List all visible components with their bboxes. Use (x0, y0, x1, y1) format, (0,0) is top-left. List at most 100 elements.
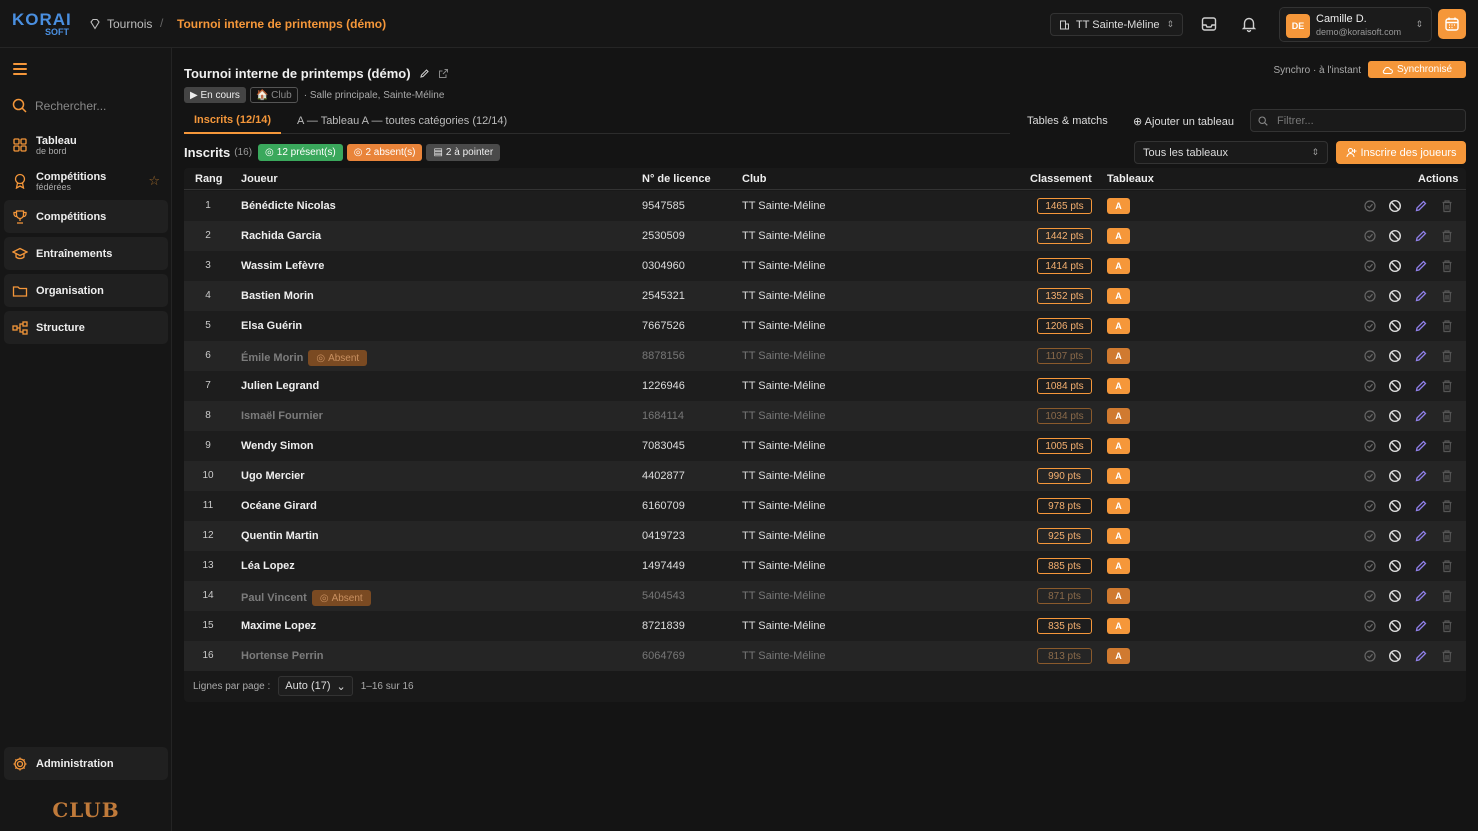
sync-button[interactable]: Synchronisé (1368, 61, 1466, 78)
sidebar-item-structure[interactable]: Structure (4, 311, 168, 344)
trash-icon[interactable] (1440, 649, 1454, 663)
add-table-button[interactable]: ⊕ Ajouter un tableau (1133, 115, 1234, 128)
edit-icon[interactable] (1414, 559, 1428, 573)
edit-icon[interactable] (1414, 379, 1428, 393)
presence-toggle-icon[interactable] (1363, 649, 1377, 663)
star-icon[interactable]: ☆ (148, 173, 160, 189)
to-check-filter-badge[interactable]: ▤ 2 à pointer (426, 144, 501, 161)
edit-icon[interactable] (1414, 259, 1428, 273)
col-header-player[interactable]: Joueur (241, 173, 278, 185)
ban-icon[interactable] (1388, 619, 1402, 633)
pencil-icon[interactable] (419, 68, 430, 79)
edit-icon[interactable] (1414, 529, 1428, 543)
rows-per-page-select[interactable]: Auto (17) ⌄ (278, 676, 353, 696)
edit-icon[interactable] (1414, 619, 1428, 633)
ban-icon[interactable] (1388, 199, 1402, 213)
edit-icon[interactable] (1414, 469, 1428, 483)
ban-icon[interactable] (1388, 559, 1402, 573)
ban-icon[interactable] (1388, 589, 1402, 603)
ban-icon[interactable] (1388, 499, 1402, 513)
edit-icon[interactable] (1414, 229, 1428, 243)
presence-toggle-icon[interactable] (1363, 199, 1377, 213)
sidebar-item-organisation[interactable]: Organisation (4, 274, 168, 307)
absent-filter-badge[interactable]: ◎ 2 absent(s) (346, 144, 423, 161)
sidebar-item-trainings[interactable]: Entraînements (4, 237, 168, 270)
table-tag[interactable]: A (1107, 348, 1130, 364)
table-row[interactable]: 3 Wassim Lefèvre 0304960 TT Sainte-Méline 14… (184, 251, 1466, 281)
presence-toggle-icon[interactable] (1363, 529, 1377, 543)
sidebar-item-competitions[interactable]: Compétitions (4, 200, 168, 233)
ban-icon[interactable] (1388, 229, 1402, 243)
trash-icon[interactable] (1440, 349, 1454, 363)
presence-toggle-icon[interactable] (1363, 499, 1377, 513)
table-row[interactable]: 13 Léa Lopez 1497449 TT Sainte-Méline 885 pt… (184, 551, 1466, 581)
table-filter-select[interactable]: Tous les tableaux ⇕ (1134, 141, 1328, 164)
presence-toggle-icon[interactable] (1363, 289, 1377, 303)
col-header-license[interactable]: N° de licence (642, 173, 711, 185)
edit-icon[interactable] (1414, 499, 1428, 513)
edit-icon[interactable] (1414, 649, 1428, 663)
present-filter-badge[interactable]: ◎ 12 présent(s) (258, 144, 343, 161)
table-tag[interactable]: A (1107, 228, 1130, 244)
trash-icon[interactable] (1440, 499, 1454, 513)
table-row[interactable]: 12 Quentin Martin 0419723 TT Sainte-Méline 9… (184, 521, 1466, 551)
table-row[interactable]: 8 Ismaël Fournier 1684114 TT Sainte-Méline 1… (184, 401, 1466, 431)
club-selector[interactable]: TT Sainte-Méline ⇕ (1050, 13, 1183, 36)
col-header-ranking[interactable]: Classement (1030, 173, 1092, 185)
table-row[interactable]: 10 Ugo Mercier 4402877 TT Sainte-Méline 990 … (184, 461, 1466, 491)
ban-icon[interactable] (1388, 469, 1402, 483)
presence-toggle-icon[interactable] (1363, 589, 1377, 603)
presence-toggle-icon[interactable] (1363, 469, 1377, 483)
sidebar-search[interactable]: Rechercher... (12, 98, 106, 113)
ban-icon[interactable] (1388, 439, 1402, 453)
table-tag[interactable]: A (1107, 588, 1130, 604)
presence-toggle-icon[interactable] (1363, 619, 1377, 633)
trash-icon[interactable] (1440, 229, 1454, 243)
presence-toggle-icon[interactable] (1363, 439, 1377, 453)
table-tag[interactable]: A (1107, 558, 1130, 574)
table-row[interactable]: 4 Bastien Morin 2545321 TT Sainte-Méline 135… (184, 281, 1466, 311)
table-row[interactable]: 9 Wendy Simon 7083045 TT Sainte-Méline 1005 … (184, 431, 1466, 461)
ban-icon[interactable] (1388, 649, 1402, 663)
table-tag[interactable]: A (1107, 258, 1130, 274)
table-row[interactable]: 2 Rachida Garcia 2530509 TT Sainte-Méline 14… (184, 221, 1466, 251)
trash-icon[interactable] (1440, 589, 1454, 603)
table-tag[interactable]: A (1107, 618, 1130, 634)
user-menu[interactable]: DE Camille D. demo@koraisoft.com ⇕ (1279, 7, 1432, 42)
table-row[interactable]: 1 Bénédicte Nicolas 9547585 TT Sainte-Mélin… (184, 191, 1466, 221)
presence-toggle-icon[interactable] (1363, 559, 1377, 573)
ban-icon[interactable] (1388, 409, 1402, 423)
table-tag[interactable]: A (1107, 528, 1130, 544)
table-tag[interactable]: A (1107, 288, 1130, 304)
table-row[interactable]: 6 Émile Morin ◎ Absent 8878156 TT Sainte-Mél… (184, 341, 1466, 371)
koraisoft-logo[interactable]: KORAI SOFT (12, 11, 72, 39)
inbox-icon[interactable] (1200, 15, 1218, 33)
table-tag[interactable]: A (1107, 648, 1130, 664)
ban-icon[interactable] (1388, 289, 1402, 303)
ban-icon[interactable] (1388, 319, 1402, 333)
breadcrumb-tournois[interactable]: Tournois (89, 17, 152, 31)
table-row[interactable]: 14 Paul Vincent ◎ Absent 5404543 TT Sainte-M… (184, 581, 1466, 611)
trash-icon[interactable] (1440, 319, 1454, 333)
trash-icon[interactable] (1440, 289, 1454, 303)
trash-icon[interactable] (1440, 559, 1454, 573)
table-row[interactable]: 11 Océane Girard 6160709 TT Sainte-Méline 97… (184, 491, 1466, 521)
tables-matchs-link[interactable]: Tables & matchs (1027, 115, 1108, 127)
presence-toggle-icon[interactable] (1363, 259, 1377, 273)
register-players-button[interactable]: Inscrire des joueurs (1336, 141, 1466, 164)
table-row[interactable]: 16 Hortense Perrin 6064769 TT Sainte-Méline… (184, 641, 1466, 671)
table-tag[interactable]: A (1107, 378, 1130, 394)
table-tag[interactable]: A (1107, 468, 1130, 484)
presence-toggle-icon[interactable] (1363, 349, 1377, 363)
presence-toggle-icon[interactable] (1363, 379, 1377, 393)
ban-icon[interactable] (1388, 259, 1402, 273)
table-tag[interactable]: A (1107, 198, 1130, 214)
trash-icon[interactable] (1440, 439, 1454, 453)
edit-icon[interactable] (1414, 319, 1428, 333)
menu-toggle-icon[interactable] (13, 63, 27, 75)
table-tag[interactable]: A (1107, 408, 1130, 424)
trash-icon[interactable] (1440, 199, 1454, 213)
trash-icon[interactable] (1440, 469, 1454, 483)
edit-icon[interactable] (1414, 349, 1428, 363)
calendar-button[interactable] (1438, 9, 1466, 39)
